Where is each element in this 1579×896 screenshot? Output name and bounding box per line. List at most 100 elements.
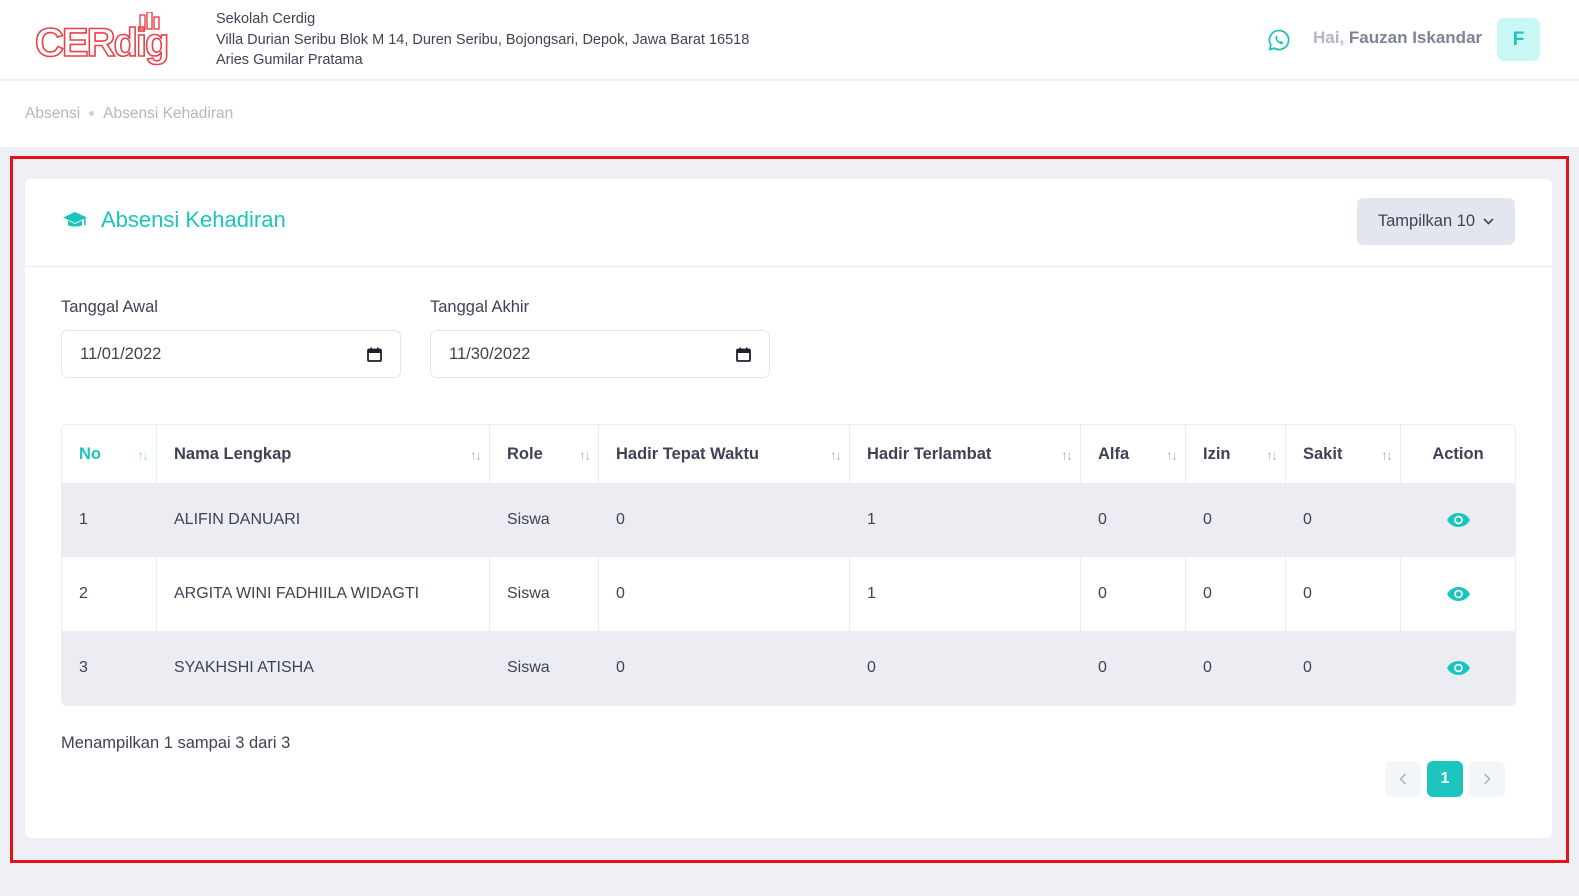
cell-hadir-tepat-waktu: 0: [599, 483, 850, 557]
column-header-label: Alfa: [1098, 444, 1130, 463]
table-row: 2 ARGITA WINI FADHIILA WIDAGTI Siswa 0 1…: [62, 557, 1515, 631]
cell-no: 2: [62, 557, 157, 631]
attendance-table: No ↑↓ Nama Lengkap ↑↓ Role ↑↓ Hadir Tepat W…: [61, 424, 1516, 706]
cerdig-logo[interactable]: CERdig: [33, 12, 201, 70]
cell-sakit: 0: [1286, 483, 1401, 557]
cell-role: Siswa: [490, 631, 599, 705]
cell-alfa: 0: [1081, 557, 1186, 631]
table-row: 3 SYAKHSHI ATISHA Siswa 0 0 0 0 0: [62, 631, 1515, 705]
end-date-label: Tanggal Akhir: [430, 298, 530, 316]
breadcrumb-item-absensi[interactable]: Absensi: [25, 105, 80, 122]
sort-icon[interactable]: ↑↓: [830, 447, 842, 463]
cell-alfa: 0: [1081, 483, 1186, 557]
cell-izin: 0: [1186, 557, 1286, 631]
breadcrumb: Absensi Absensi Kehadiran: [25, 105, 233, 123]
card-title-text: Absensi Kehadiran: [101, 207, 286, 232]
subheader: Absensi Absensi Kehadiran: [0, 81, 1579, 147]
table-row: 1 ALIFIN DANUARI Siswa 0 1 0 0 0: [62, 483, 1515, 557]
cell-hadir-terlambat: 0: [850, 631, 1081, 705]
chevron-down-icon: [1483, 218, 1494, 225]
column-header-hadir-tepat-waktu[interactable]: Hadir Tepat Waktu ↑↓: [599, 425, 850, 483]
page-button-current[interactable]: 1: [1427, 761, 1463, 797]
sort-icon[interactable]: ↑↓: [1166, 447, 1178, 463]
show-entries-label: Tampilkan 10: [1377, 212, 1476, 230]
greeting-prefix: Hai,: [1313, 28, 1345, 47]
column-header-nama-lengkap[interactable]: Nama Lengkap ↑↓: [157, 425, 490, 483]
column-header-alfa[interactable]: Alfa ↑↓: [1081, 425, 1186, 483]
column-header-label: Role: [507, 444, 543, 463]
breadcrumb-separator: [89, 111, 95, 117]
start-date-value: 11/01/2022: [80, 344, 162, 363]
show-entries-button[interactable]: Tampilkan 10: [1357, 198, 1515, 245]
eye-icon[interactable]: [1446, 660, 1471, 676]
cell-hadir-terlambat: 1: [850, 557, 1081, 631]
breadcrumb-item-absensi-kehadiran[interactable]: Absensi Kehadiran: [103, 105, 233, 122]
cell-action: [1401, 557, 1515, 631]
column-header-action: Action: [1401, 425, 1515, 483]
whatsapp-icon[interactable]: [1267, 28, 1291, 52]
avatar[interactable]: F: [1497, 18, 1540, 61]
column-header-hadir-terlambat[interactable]: Hadir Terlambat ↑↓: [850, 425, 1081, 483]
card-header: Absensi Kehadiran Tampilkan 10: [25, 179, 1552, 267]
column-header-sakit[interactable]: Sakit ↑↓: [1286, 425, 1401, 483]
cell-hadir-tepat-waktu: 0: [599, 631, 850, 705]
end-date-value: 11/30/2022: [449, 344, 531, 363]
cell-no: 3: [62, 631, 157, 705]
school-name: Sekolah Cerdig: [216, 11, 316, 27]
card-title: Absensi Kehadiran: [62, 207, 286, 233]
sort-icon[interactable]: ↑↓: [579, 447, 591, 463]
column-header-no[interactable]: No ↑↓: [62, 425, 157, 483]
graduation-cap-icon: [63, 212, 87, 227]
cell-nama-lengkap: SYAKHSHI ATISHA: [157, 631, 490, 705]
cell-sakit: 0: [1286, 631, 1401, 705]
school-person: Aries Gumilar Pratama: [216, 52, 363, 68]
sort-icon[interactable]: ↑↓: [137, 447, 149, 463]
start-date-input[interactable]: 11/01/2022: [61, 330, 401, 378]
cell-izin: 0: [1186, 631, 1286, 705]
cell-hadir-tepat-waktu: 0: [599, 557, 850, 631]
column-header-role[interactable]: Role ↑↓: [490, 425, 599, 483]
table-body: 1 ALIFIN DANUARI Siswa 0 1 0 0 0 2 ARGIT…: [62, 483, 1515, 705]
start-date-label: Tanggal Awal: [61, 298, 158, 316]
chevron-left-icon: [1399, 773, 1407, 785]
attendance-card: Absensi Kehadiran Tampilkan 10 Tanggal A…: [25, 179, 1552, 838]
cell-no: 1: [62, 483, 157, 557]
eye-icon[interactable]: [1446, 586, 1471, 602]
table-info: Menampilkan 1 sampai 3 dari 3: [61, 734, 291, 752]
pagination: 1: [1385, 761, 1505, 797]
next-page-button[interactable]: [1469, 761, 1505, 797]
cell-nama-lengkap: ALIFIN DANUARI: [157, 483, 490, 557]
end-date-input[interactable]: 11/30/2022: [430, 330, 770, 378]
cell-hadir-terlambat: 1: [850, 483, 1081, 557]
column-header-izin[interactable]: Izin ↑↓: [1186, 425, 1286, 483]
prev-page-button[interactable]: [1385, 761, 1421, 797]
cell-sakit: 0: [1286, 557, 1401, 631]
table-header-row: No ↑↓ Nama Lengkap ↑↓ Role ↑↓ Hadir Tepat W…: [62, 425, 1515, 483]
sort-icon[interactable]: ↑↓: [1061, 447, 1073, 463]
cell-role: Siswa: [490, 557, 599, 631]
school-info: Sekolah Cerdig Villa Durian Seribu Blok …: [216, 9, 749, 71]
cell-nama-lengkap: ARGITA WINI FADHIILA WIDAGTI: [157, 557, 490, 631]
column-header-label: Hadir Tepat Waktu: [616, 444, 760, 463]
calendar-icon[interactable]: [736, 347, 751, 362]
chevron-right-icon: [1483, 773, 1491, 785]
greeting[interactable]: Hai, Fauzan Iskandar: [1313, 28, 1482, 48]
cell-role: Siswa: [490, 483, 599, 557]
column-header-label: No: [79, 444, 101, 463]
sort-icon[interactable]: ↑↓: [470, 447, 482, 463]
cell-action: [1401, 631, 1515, 705]
cell-action: [1401, 483, 1515, 557]
column-header-label: Hadir Terlambat: [867, 444, 992, 463]
cell-izin: 0: [1186, 483, 1286, 557]
column-header-label: Nama Lengkap: [174, 444, 292, 463]
column-header-label: Sakit: [1303, 444, 1343, 463]
calendar-icon[interactable]: [367, 347, 382, 362]
top-bar: CERdig Sekolah Cerdig Villa Durian Serib…: [0, 0, 1579, 80]
user-name: Fauzan Iskandar: [1348, 28, 1483, 47]
sort-icon[interactable]: ↑↓: [1381, 447, 1393, 463]
column-header-label: Izin: [1203, 444, 1231, 463]
cell-alfa: 0: [1081, 631, 1186, 705]
school-address: Villa Durian Seribu Blok M 14, Duren Ser…: [216, 31, 750, 48]
eye-icon[interactable]: [1446, 512, 1471, 528]
sort-icon[interactable]: ↑↓: [1266, 447, 1278, 463]
